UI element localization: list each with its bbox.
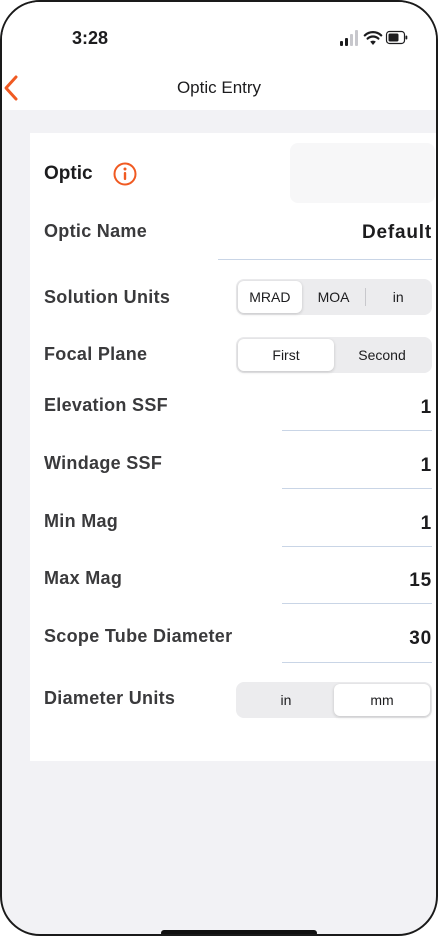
min-mag-underline (282, 546, 432, 547)
solution-units-in-option[interactable]: in (366, 281, 430, 313)
focal-plane-first-option[interactable]: First (238, 339, 334, 371)
page-title: Optic Entry (176, 78, 262, 97)
home-indicator[interactable] (161, 930, 317, 934)
max-mag-label: Max Mag (44, 568, 123, 588)
optic-name-field[interactable]: Default (362, 222, 432, 244)
diameter-units-in-option[interactable]: in (238, 684, 334, 716)
elevation-ssf-underline (282, 430, 432, 431)
info-circle-icon (113, 162, 137, 186)
focal-plane-segmented-control[interactable]: First Second (236, 337, 432, 373)
optic-name-label: Optic Name (44, 221, 148, 241)
windage-ssf-field[interactable]: 1 (421, 455, 432, 477)
info-button[interactable] (112, 161, 138, 187)
scope-tube-diameter-label: Scope Tube Diameter (44, 626, 233, 646)
diameter-units-mm-option[interactable]: mm (334, 684, 430, 716)
status-time: 3:28 (72, 28, 109, 48)
solution-units-segmented-control[interactable]: MRAD MOA in (236, 279, 432, 315)
header: 3:28 Optic Entry (2, 2, 436, 110)
elevation-ssf-field[interactable]: 1 (421, 397, 432, 419)
section-title: Optic (44, 163, 93, 184)
focal-plane-second-option[interactable]: Second (334, 339, 430, 371)
min-mag-label: Min Mag (44, 511, 119, 531)
scope-tube-diameter-underline (282, 662, 432, 663)
battery-icon (385, 30, 408, 45)
status-icons (340, 30, 408, 46)
phone-frame: 3:28 Optic Entry Optic Optic Name Defaul… (0, 0, 438, 936)
max-mag-field[interactable]: 15 (409, 570, 432, 592)
solution-units-label: Solution Units (44, 287, 171, 307)
solution-units-moa-option[interactable]: MOA (302, 281, 366, 313)
signal-icon (340, 30, 358, 46)
solution-units-mrad-option[interactable]: MRAD (238, 281, 302, 313)
scope-tube-diameter-field[interactable]: 30 (409, 628, 432, 650)
diameter-units-segmented-control[interactable]: in mm (236, 682, 432, 718)
focal-plane-label: Focal Plane (44, 344, 148, 364)
diameter-units-label: Diameter Units (44, 688, 176, 708)
windage-ssf-underline (282, 488, 432, 489)
wifi-icon (363, 31, 383, 45)
elevation-ssf-label: Elevation SSF (44, 395, 168, 415)
windage-ssf-label: Windage SSF (44, 453, 163, 473)
optic-name-underline (218, 259, 432, 260)
max-mag-underline (282, 603, 432, 604)
min-mag-field[interactable]: 1 (421, 513, 432, 535)
obscured-region (290, 143, 435, 203)
optic-card: Optic Optic Name Default Solution Units … (30, 133, 436, 761)
